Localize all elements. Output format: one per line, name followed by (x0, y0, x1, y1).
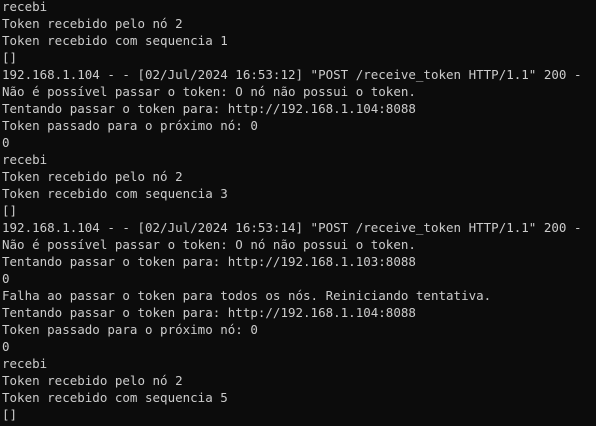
terminal-line: recebi (2, 356, 48, 371)
terminal-line: Token passado para o próximo nó: 0 (2, 118, 258, 133)
terminal-line: 0 (2, 271, 10, 286)
terminal-line: [] (2, 407, 18, 422)
terminal-line: Token recebido com sequencia 1 (2, 33, 228, 48)
terminal-output[interactable]: recebi Token recebido pelo nó 2 Token re… (0, 0, 596, 426)
terminal-line: Não é possível passar o token: O nó não … (2, 84, 416, 99)
terminal-line: Tentando passar o token para: http://192… (2, 101, 416, 116)
terminal-line: Não é possível passar o token: O nó não … (2, 237, 416, 252)
terminal-line: Falha ao passar o token para todos os nó… (2, 288, 492, 303)
terminal-line: recebi (2, 0, 48, 14)
terminal-line: 192.168.1.104 - - [02/Jul/2024 16:53:14]… (2, 220, 582, 235)
terminal-line: Token passado para o próximo nó: 0 (2, 322, 258, 337)
terminal-line: [] (2, 50, 18, 65)
terminal-line: [] (2, 203, 18, 218)
terminal-line: recebi (2, 152, 48, 167)
terminal-line: Tentando passar o token para: http://192… (2, 254, 416, 269)
terminal-line: Tentando passar o token para: http://192… (2, 305, 416, 320)
terminal-line: Token recebido com sequencia 3 (2, 186, 228, 201)
terminal-line: 0 (2, 135, 10, 150)
terminal-line: 192.168.1.104 - - [02/Jul/2024 16:53:12]… (2, 67, 582, 82)
terminal-line: Token recebido pelo nó 2 (2, 16, 183, 31)
terminal-line: Token recebido com sequencia 5 (2, 390, 228, 405)
terminal-line: 0 (2, 339, 10, 354)
terminal-line: Token recebido pelo nó 2 (2, 169, 183, 184)
terminal-line: Token recebido pelo nó 2 (2, 373, 183, 388)
